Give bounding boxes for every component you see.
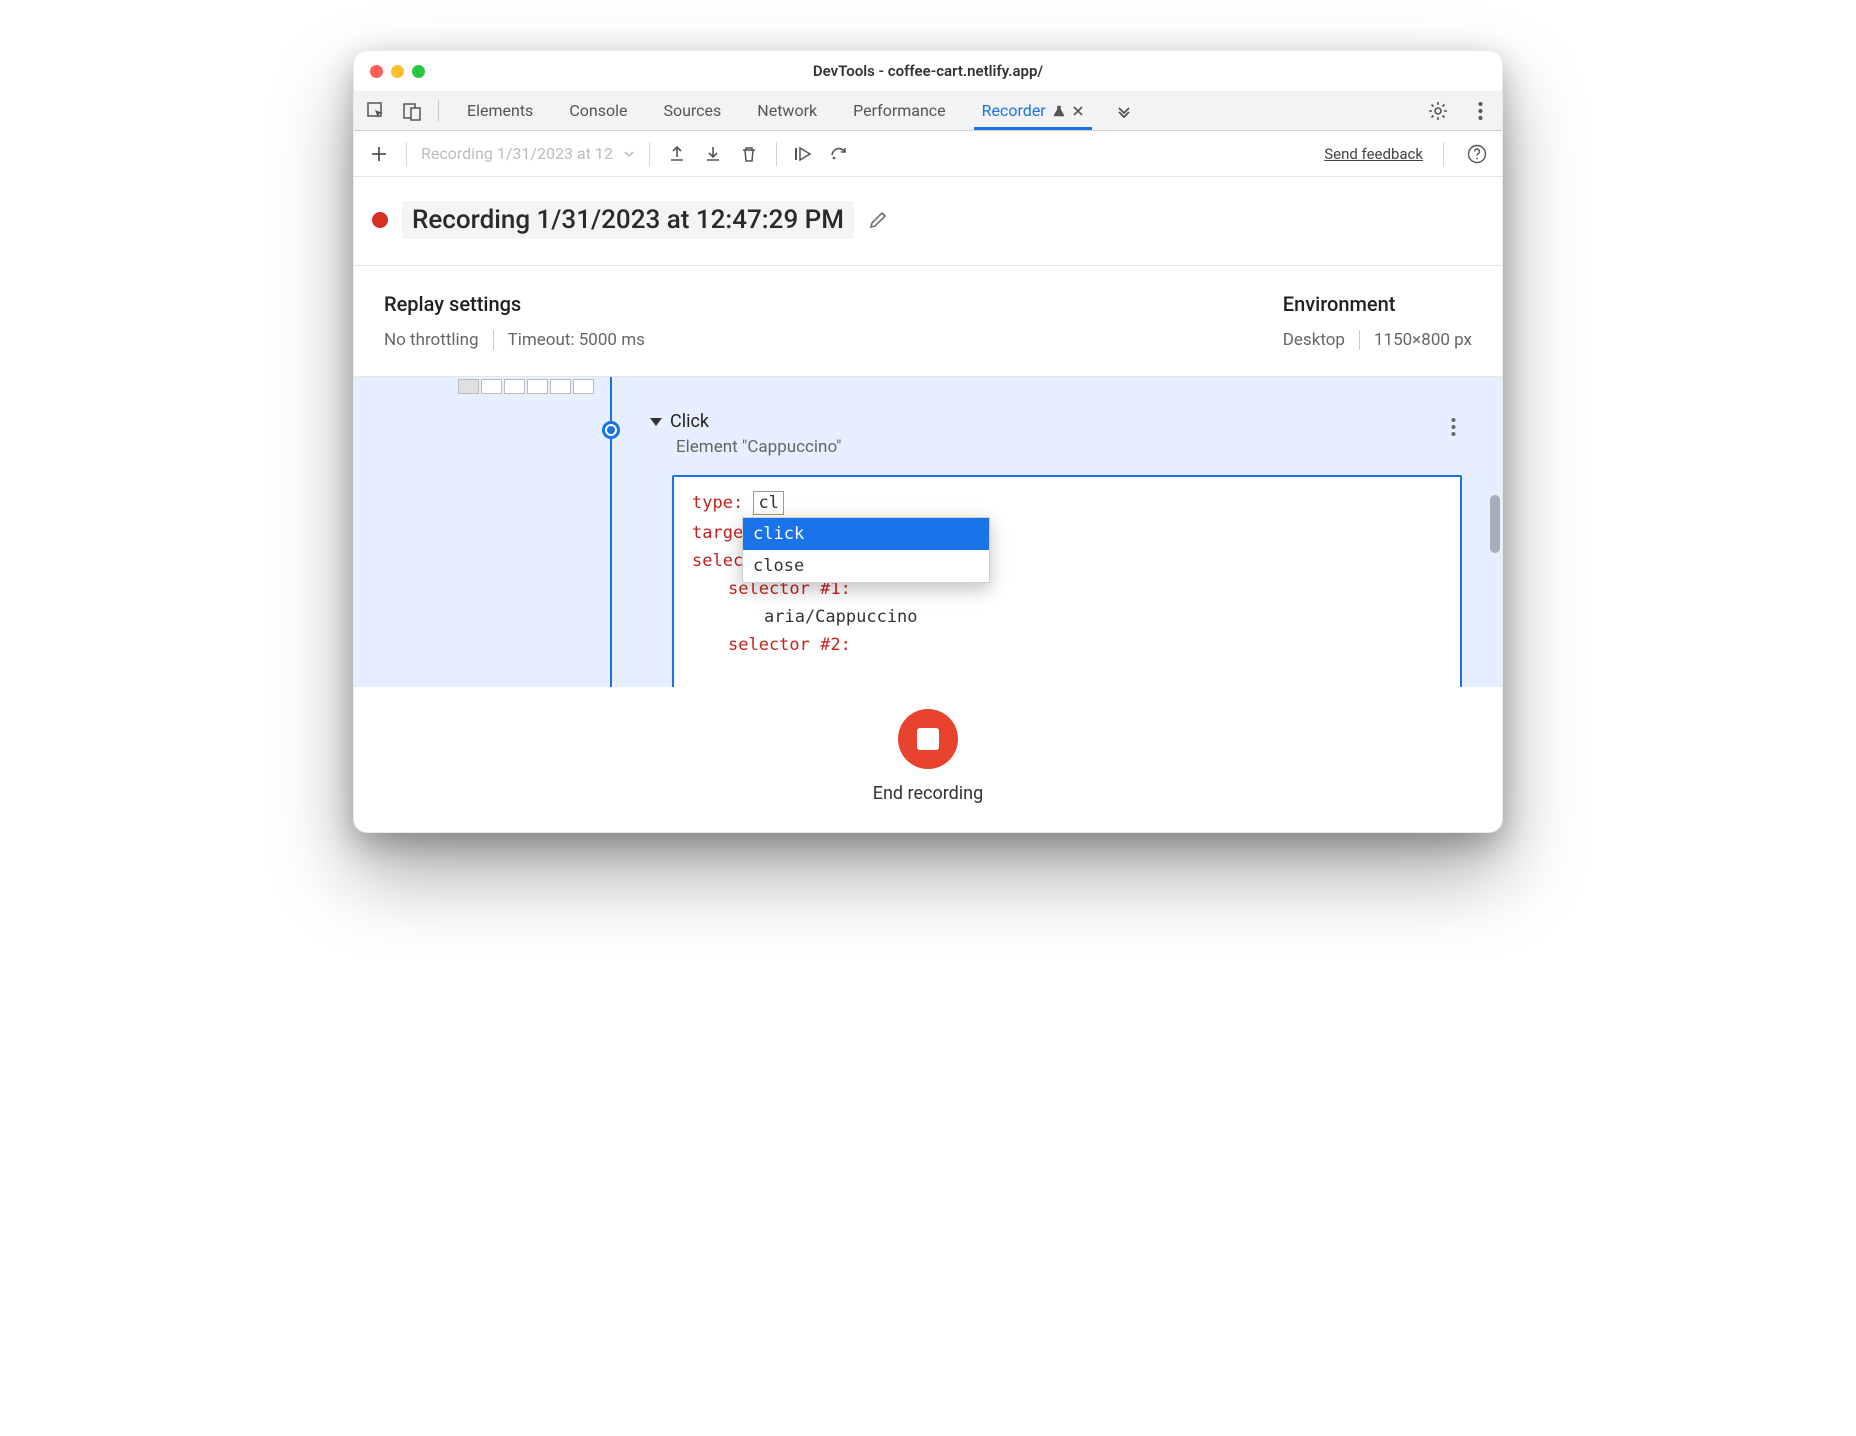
replay-settings: Replay settings No throttling Timeout: 5… [384, 292, 645, 350]
window-controls [370, 65, 425, 78]
thumbnail[interactable] [481, 379, 502, 394]
step-title: Click [670, 411, 709, 432]
replay-icon[interactable] [827, 141, 853, 167]
type-input[interactable]: cl [753, 491, 783, 515]
tab-recorder[interactable]: Recorder [978, 93, 1088, 128]
recording-selector-label: Recording 1/31/2023 at 12 [421, 144, 613, 163]
end-recording-area: End recording [354, 687, 1502, 832]
minimize-window-button[interactable] [391, 65, 404, 78]
separator [493, 330, 494, 350]
window-title: DevTools - coffee-cart.netlify.app/ [370, 62, 1486, 80]
tab-performance[interactable]: Performance [849, 93, 950, 128]
throttling-value[interactable]: No throttling [384, 330, 479, 350]
expand-caret-icon [650, 418, 662, 426]
add-recording-icon[interactable] [366, 141, 392, 167]
chevron-down-icon [623, 148, 635, 160]
import-icon[interactable] [700, 141, 726, 167]
help-icon[interactable] [1464, 141, 1490, 167]
thumbnail[interactable] [550, 379, 571, 394]
separator [1359, 330, 1360, 350]
stop-icon [917, 728, 939, 750]
step-detail-panel: type: cl target select selector #1: aria… [672, 475, 1462, 687]
viewport-value[interactable]: 1150×800 px [1374, 330, 1472, 350]
devtools-window: DevTools - coffee-cart.netlify.app/ Elem… [353, 50, 1503, 833]
selector-2-partial: selector #2: [728, 635, 1442, 655]
separator [776, 142, 777, 166]
end-recording-label: End recording [873, 783, 983, 804]
send-feedback-link[interactable]: Send feedback [1324, 145, 1423, 163]
more-tabs-icon[interactable] [1110, 97, 1138, 125]
type-key: type [692, 493, 733, 513]
screenshot-thumbnails [458, 379, 594, 394]
separator [438, 100, 439, 122]
main-tabbar: Elements Console Sources Network Perform… [354, 91, 1502, 131]
separator [1443, 142, 1444, 166]
close-tab-icon[interactable] [1072, 105, 1084, 117]
separator [649, 142, 650, 166]
step-subtitle: Element "Cappuccino" [676, 437, 841, 457]
titlebar: DevTools - coffee-cart.netlify.app/ [354, 51, 1502, 91]
tab-recorder-label: Recorder [982, 101, 1046, 120]
thumbnail[interactable] [527, 379, 548, 394]
kebab-menu-icon[interactable] [1466, 97, 1494, 125]
step-more-icon[interactable] [1451, 417, 1456, 437]
end-recording-button[interactable] [898, 709, 958, 769]
type-autocomplete-dropdown: click close [742, 517, 990, 583]
thumbnail[interactable] [504, 379, 525, 394]
play-step-icon[interactable] [791, 141, 817, 167]
recording-title-row: Recording 1/31/2023 at 12:47:29 PM [354, 177, 1502, 266]
step-node[interactable] [602, 421, 620, 439]
replay-settings-heading: Replay settings [384, 292, 645, 316]
environment-heading: Environment [1283, 292, 1472, 316]
tab-sources[interactable]: Sources [659, 93, 725, 128]
recorder-toolbar: Recording 1/31/2023 at 12 Send feedback [354, 131, 1502, 177]
panel-tabs: Elements Console Sources Network Perform… [463, 93, 1088, 128]
maximize-window-button[interactable] [412, 65, 425, 78]
settings-row: Replay settings No throttling Timeout: 5… [354, 266, 1502, 377]
step-header[interactable]: Click [650, 411, 709, 432]
tab-elements[interactable]: Elements [463, 93, 537, 128]
environment-settings: Environment Desktop 1150×800 px [1283, 292, 1472, 350]
step-area: Click Element "Cappuccino" type: cl targ… [354, 377, 1502, 687]
dropdown-option-click[interactable]: click [743, 518, 989, 550]
tab-network[interactable]: Network [753, 93, 821, 128]
tab-console[interactable]: Console [565, 93, 631, 128]
inspect-icon[interactable] [362, 97, 390, 125]
device-value[interactable]: Desktop [1283, 330, 1345, 350]
flask-icon [1052, 104, 1066, 118]
selector-1-value[interactable]: aria/Cappuccino [764, 607, 1442, 627]
separator [406, 142, 407, 166]
dropdown-option-close[interactable]: close [743, 550, 989, 582]
recording-selector[interactable]: Recording 1/31/2023 at 12 [421, 144, 635, 163]
scrollbar-thumb[interactable] [1490, 495, 1500, 553]
recording-title[interactable]: Recording 1/31/2023 at 12:47:29 PM [402, 201, 854, 239]
timeout-value[interactable]: Timeout: 5000 ms [508, 330, 645, 350]
close-window-button[interactable] [370, 65, 383, 78]
settings-gear-icon[interactable] [1424, 97, 1452, 125]
device-toggle-icon[interactable] [398, 97, 426, 125]
thumbnail[interactable] [458, 379, 479, 394]
delete-icon[interactable] [736, 141, 762, 167]
edit-title-icon[interactable] [868, 210, 888, 230]
export-icon[interactable] [664, 141, 690, 167]
thumbnail[interactable] [573, 379, 594, 394]
recording-indicator-icon [372, 212, 388, 228]
